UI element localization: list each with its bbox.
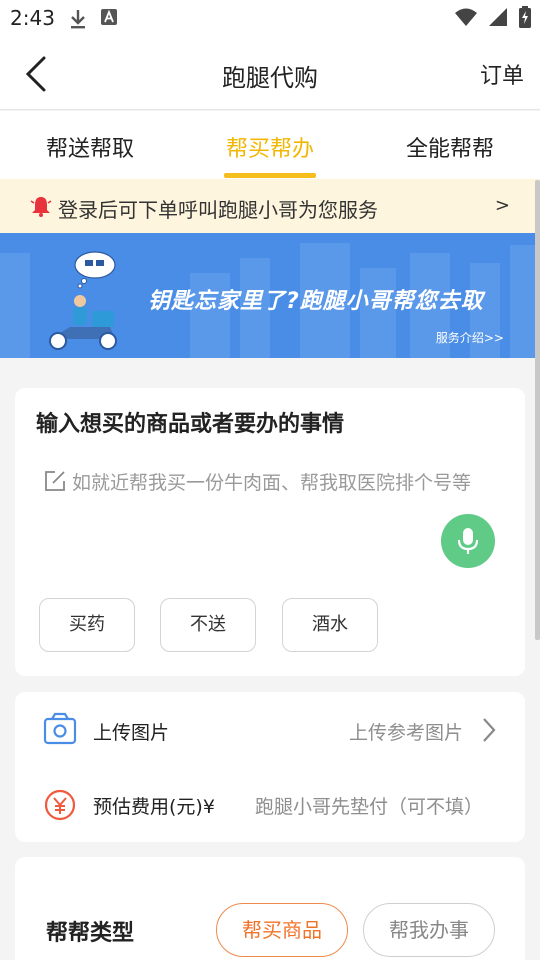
microphone-icon <box>457 528 479 554</box>
font-a-icon <box>101 9 117 25</box>
details-card: 上传图片 上传参考图片 预估费用(元)¥ 跑腿小哥先垫付（可不填） <box>15 692 525 842</box>
tab-send-pickup[interactable]: 帮送帮取 <box>0 131 180 163</box>
request-input[interactable]: 如就近帮我买一份牛肉面、帮我取医院排个号等 <box>72 468 471 495</box>
type-buy-goods-button[interactable]: 帮买商品 <box>216 903 348 957</box>
upload-image-row[interactable]: 上传图片 上传参考图片 <box>15 692 525 768</box>
upload-image-label: 上传图片 <box>93 722 170 744</box>
request-title: 输入想买的商品或者要办的事情 <box>36 412 345 437</box>
chip-no-delivery[interactable]: 不送 <box>160 598 256 652</box>
estimated-fee-input[interactable]: 跑腿小哥先垫付（可不填） <box>255 792 483 819</box>
notice-text: 登录后可下单呼叫跑腿小哥为您服务 <box>58 198 378 222</box>
notice-arrow: > <box>494 195 510 216</box>
chevron-right-icon <box>483 718 496 742</box>
estimated-fee-row[interactable]: 预估费用(元)¥ 跑腿小哥先垫付（可不填） <box>15 768 525 842</box>
help-type-card: 帮帮类型 帮买商品 帮我办事 <box>15 857 525 960</box>
help-type-title: 帮帮类型 <box>46 921 135 946</box>
login-notice[interactable]: 登录后可下单呼叫跑腿小哥为您服务 > <box>0 179 540 233</box>
tab-all-round-help[interactable]: 全能帮帮 <box>360 131 540 163</box>
download-icon <box>71 10 85 29</box>
active-tab-indicator <box>224 173 316 178</box>
status-bar: 2:43 <box>0 0 540 36</box>
battery-charging-icon <box>519 6 531 28</box>
order-button[interactable]: 订单 <box>480 58 524 90</box>
status-icons-left <box>68 8 118 30</box>
scrollbar[interactable] <box>535 180 540 640</box>
estimated-fee-label: 预估费用(元)¥ <box>93 796 215 818</box>
bell-alarm-icon <box>30 197 52 217</box>
camera-icon <box>43 712 77 745</box>
delivery-rider-icon <box>49 251 117 350</box>
status-icons-right <box>454 6 532 28</box>
signal-icon <box>489 8 507 26</box>
service-tabs: 帮送帮取 帮买帮办 全能帮帮 <box>0 111 540 179</box>
banner-title: 钥匙忘家里了?跑腿小哥帮您去取 <box>148 289 484 314</box>
chip-medicine[interactable]: 买药 <box>39 598 135 652</box>
wifi-icon <box>455 8 477 26</box>
upload-image-value: 上传参考图片 <box>349 722 464 744</box>
type-run-errand-button[interactable]: 帮我办事 <box>363 903 495 957</box>
edit-icon <box>45 471 65 491</box>
service-intro-link[interactable]: 服务介绍>> <box>436 329 504 346</box>
page-title: 跑腿代购 <box>222 64 318 92</box>
promo-banner[interactable]: 钥匙忘家里了?跑腿小哥帮您去取 服务介绍>> <box>0 233 540 358</box>
voice-input-button[interactable] <box>441 514 495 568</box>
chip-drinks[interactable]: 酒水 <box>282 598 378 652</box>
request-card: 输入想买的商品或者要办的事情 如就近帮我买一份牛肉面、帮我取医院排个号等 买药 … <box>15 388 525 676</box>
nav-bar: 跑腿代购 订单 <box>0 36 540 110</box>
tab-buy-errand[interactable]: 帮买帮办 <box>180 131 360 163</box>
yuan-coin-icon <box>44 789 76 821</box>
status-time: 2:43 <box>10 6 55 30</box>
